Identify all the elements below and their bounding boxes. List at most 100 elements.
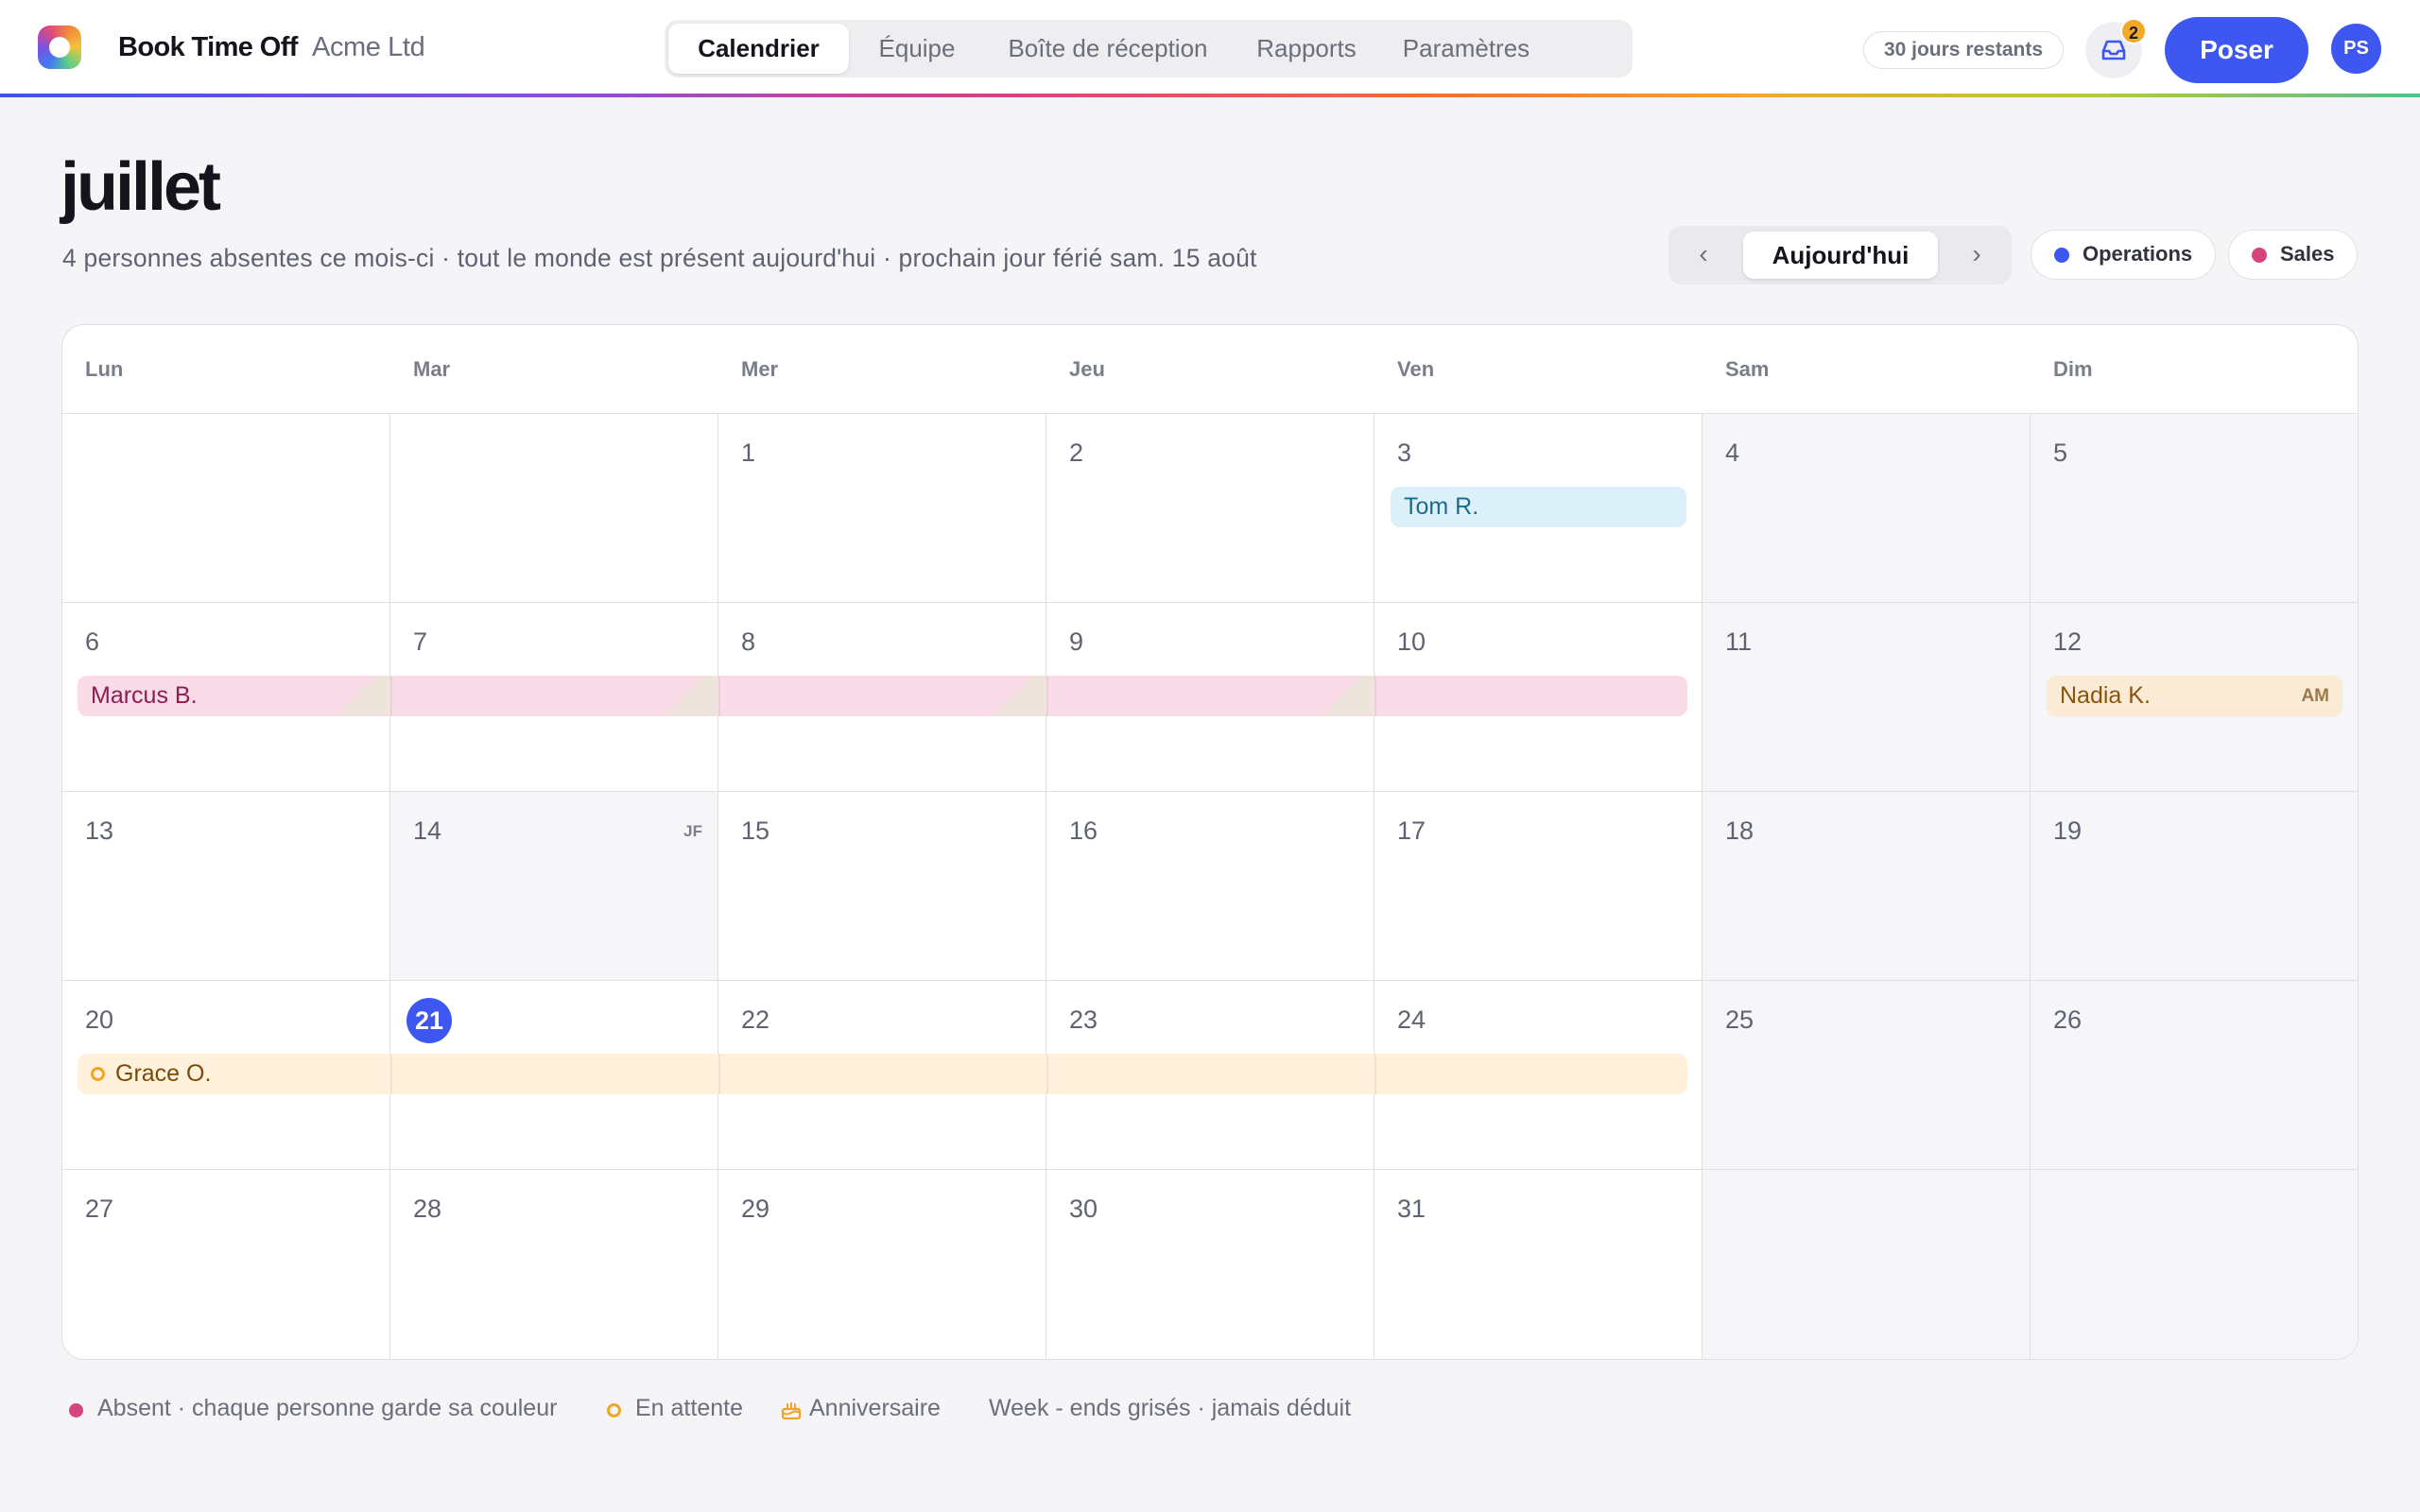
day-cell[interactable]: 17 bbox=[1374, 792, 1703, 981]
absence-bar-marcus[interactable]: Marcus B. bbox=[78, 676, 1687, 716]
day-number: 18 bbox=[1725, 816, 1754, 845]
weekday-label: Lun bbox=[85, 357, 124, 381]
day-number: 12 bbox=[2053, 627, 2083, 656]
half-day-period-tag: AM bbox=[2301, 686, 2329, 706]
empty-day-cell bbox=[390, 414, 718, 603]
day-cell[interactable]: 13 bbox=[62, 792, 390, 981]
holiday-tag: JF bbox=[683, 822, 702, 840]
team-filter-sales[interactable]: Sales bbox=[2228, 230, 2358, 280]
day-cell[interactable]: 5 bbox=[2031, 414, 2358, 603]
event-person-name: Nadia K. bbox=[2060, 682, 2151, 709]
day-number: 3 bbox=[1397, 438, 1412, 467]
day-cell[interactable]: 18 bbox=[1703, 792, 2031, 981]
day-cell[interactable]: 11 bbox=[1703, 603, 2031, 792]
app-name: Book Time Off bbox=[118, 32, 298, 62]
team-filter-operations[interactable]: Operations bbox=[2031, 230, 2216, 280]
day-divider bbox=[1374, 1054, 1376, 1094]
day-cell[interactable]: 4 bbox=[1703, 414, 2031, 603]
org-name: Acme Ltd bbox=[312, 32, 425, 62]
weekday-label: Jeu bbox=[1069, 357, 1105, 381]
day-number: 22 bbox=[741, 1005, 770, 1034]
day-cell[interactable]: 29 bbox=[718, 1170, 1046, 1359]
day-cell[interactable]: 31 bbox=[1374, 1170, 1703, 1359]
event-person-name: Grace O. bbox=[115, 1060, 212, 1087]
day-number: 24 bbox=[1397, 1005, 1426, 1034]
day-cell[interactable]: 2 bbox=[1046, 414, 1374, 603]
pending-ring-icon bbox=[91, 1067, 105, 1081]
day-cell[interactable]: 27 bbox=[62, 1170, 390, 1359]
team-filter-label: Operations bbox=[2083, 242, 2193, 266]
day-cell[interactable]: 30 bbox=[1046, 1170, 1374, 1359]
tab-parametres[interactable]: Paramètres bbox=[1382, 24, 1550, 74]
day-number: 5 bbox=[2053, 438, 2068, 467]
chevron-left-icon[interactable]: ‹ bbox=[1676, 230, 1731, 281]
day-number: 9 bbox=[1069, 627, 1084, 656]
cake-icon bbox=[781, 1402, 802, 1420]
empty-day-cell bbox=[1703, 1170, 2031, 1359]
day-divider bbox=[390, 1054, 392, 1094]
weekday-label: Mer bbox=[741, 357, 779, 381]
month-calendar: Lun Mar Mer Jeu Ven Sam Dim 1 2 3 4 5 6 7 8 9 10 11 12 13 1… bbox=[61, 324, 2359, 1360]
day-number: 19 bbox=[2053, 816, 2083, 845]
half-day-hatch bbox=[650, 676, 718, 716]
day-number: 2 bbox=[1069, 438, 1084, 467]
day-number: 28 bbox=[413, 1194, 442, 1223]
user-avatar[interactable]: PS bbox=[2331, 24, 2381, 74]
day-number: 4 bbox=[1725, 438, 1740, 467]
day-divider bbox=[1374, 676, 1376, 716]
day-number: 1 bbox=[741, 438, 756, 467]
day-divider bbox=[1046, 1054, 1048, 1094]
day-cell[interactable]: 26 bbox=[2031, 981, 2358, 1170]
event-person-name: Marcus B. bbox=[91, 682, 198, 709]
tab-calendrier[interactable]: Calendrier bbox=[668, 24, 849, 74]
inbox-count-badge: 2 bbox=[2120, 18, 2147, 44]
day-cell[interactable]: 15 bbox=[718, 792, 1046, 981]
tab-boite-de-reception[interactable]: Boîte de réception bbox=[985, 24, 1231, 74]
day-number: 8 bbox=[741, 627, 756, 656]
day-cell[interactable]: 16 bbox=[1046, 792, 1374, 981]
empty-day-cell bbox=[62, 414, 390, 603]
today-button[interactable]: Aujourd'hui bbox=[1743, 232, 1938, 279]
day-number: 20 bbox=[85, 1005, 114, 1034]
weekday-label: Mar bbox=[413, 357, 451, 381]
day-number: 16 bbox=[1069, 816, 1098, 845]
date-navigator: ‹ Aujourd'hui › bbox=[1668, 226, 2012, 284]
tab-rapports[interactable]: Rapports bbox=[1241, 24, 1372, 74]
day-number: 31 bbox=[1397, 1194, 1426, 1223]
team-color-dot bbox=[2252, 248, 2267, 263]
day-number: 23 bbox=[1069, 1005, 1098, 1034]
half-day-hatch bbox=[978, 676, 1046, 716]
tab-equipe[interactable]: Équipe bbox=[859, 24, 975, 74]
page-title: juillet bbox=[60, 149, 221, 225]
header-accent-divider bbox=[0, 94, 2420, 97]
day-number: 25 bbox=[1725, 1005, 1754, 1034]
day-cell[interactable]: 1 bbox=[718, 414, 1046, 603]
day-cell[interactable]: 19 bbox=[2031, 792, 2358, 981]
team-color-dot bbox=[2054, 248, 2069, 263]
day-divider bbox=[1046, 676, 1048, 716]
app-logo-icon[interactable] bbox=[38, 26, 81, 69]
request-time-off-button[interactable]: Poser bbox=[2165, 17, 2308, 83]
day-number: 7 bbox=[413, 627, 428, 656]
chevron-right-icon[interactable]: › bbox=[1949, 230, 2004, 281]
pending-bar-grace[interactable]: Grace O. bbox=[78, 1054, 1687, 1094]
day-divider bbox=[718, 676, 720, 716]
day-number: 6 bbox=[85, 627, 100, 656]
day-number: 13 bbox=[85, 816, 114, 845]
absence-bar-tom[interactable]: Tom R. bbox=[1391, 487, 1686, 527]
empty-day-cell bbox=[2031, 1170, 2358, 1359]
weekday-label: Sam bbox=[1725, 357, 1770, 381]
day-cell[interactable]: 25 bbox=[1703, 981, 2031, 1170]
absent-dot bbox=[69, 1403, 83, 1418]
absence-bar-nadia[interactable]: Nadia K. AM bbox=[2047, 676, 2342, 716]
day-cell[interactable]: 28 bbox=[390, 1170, 718, 1359]
half-day-hatch bbox=[1306, 676, 1374, 716]
top-bar: Book Time Off Acme Ltd Calendrier Équipe… bbox=[0, 0, 2420, 96]
day-number: 30 bbox=[1069, 1194, 1098, 1223]
day-number: 10 bbox=[1397, 627, 1426, 656]
day-cell[interactable]: 14 JF bbox=[390, 792, 718, 981]
day-number: 15 bbox=[741, 816, 770, 845]
day-number: 14 bbox=[413, 816, 442, 845]
today-marker: 21 bbox=[406, 998, 452, 1043]
event-person-name: Tom R. bbox=[1404, 493, 1479, 520]
